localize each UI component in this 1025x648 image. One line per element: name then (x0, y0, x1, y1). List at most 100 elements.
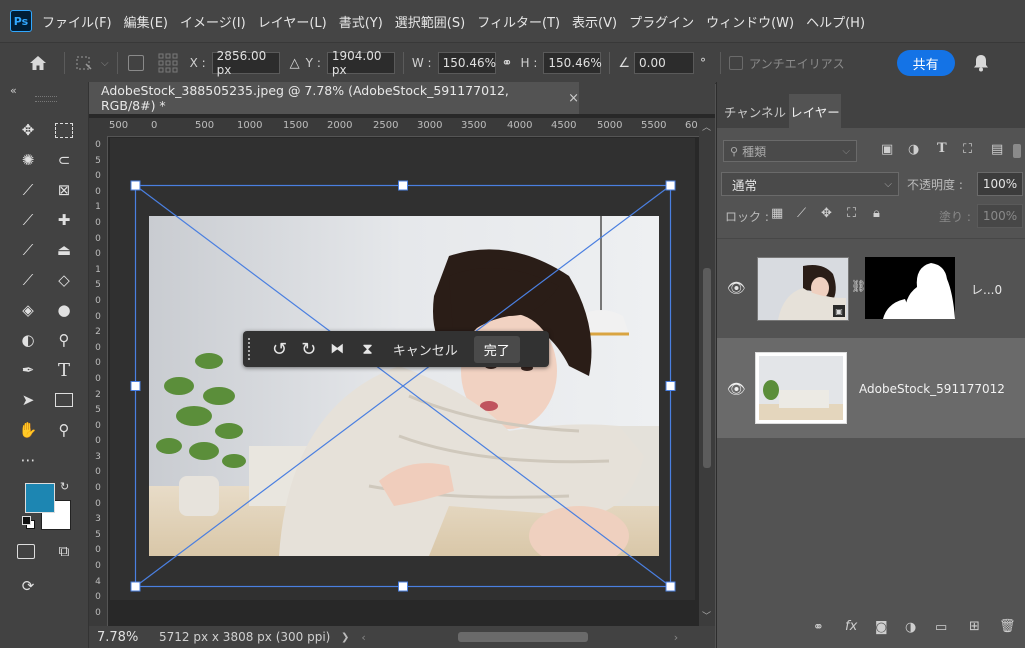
filter-smart-object-icon[interactable]: ▤ (991, 142, 1003, 157)
scroll-right-icon[interactable]: › (674, 631, 678, 644)
stamp-tool-icon[interactable]: ⏏ (52, 238, 76, 262)
menu-help[interactable]: ヘルプ(H) (806, 12, 865, 31)
antialias-checkbox[interactable] (729, 56, 744, 70)
opacity-input[interactable]: 100% (977, 172, 1023, 196)
flip-vertical-icon[interactable]: ⧗ (362, 340, 373, 358)
sponge-tool-icon[interactable]: ⚲ (52, 328, 76, 352)
layer-name[interactable]: レ...0 (971, 281, 1002, 298)
type-tool-icon[interactable]: T (52, 358, 76, 382)
healing-brush-tool-icon[interactable]: ✚ (52, 208, 76, 232)
default-colors-icon[interactable] (22, 516, 35, 529)
scroll-thumb[interactable] (703, 268, 711, 468)
horizontal-ruler[interactable]: 500 0 500 1000 1500 2000 2500 3000 3500 … (89, 118, 699, 137)
tab-channels[interactable]: チャンネル (721, 94, 789, 128)
menu-file[interactable]: ファイル(F) (42, 12, 112, 31)
menu-select[interactable]: 選択範囲(S) (395, 12, 465, 31)
reference-grid-icon[interactable] (158, 53, 178, 73)
new-layer-icon[interactable]: ⊞ (969, 619, 980, 634)
filter-type-icon[interactable]: T (937, 141, 947, 156)
vertical-ruler[interactable]: 0500100015002000250030003500400 (89, 136, 108, 626)
vertical-scrollbar[interactable]: ︿ ﹀ (699, 118, 715, 626)
menu-window[interactable]: ウィンドウ(W) (706, 12, 794, 31)
height-input[interactable]: 150.46% (543, 52, 602, 74)
visibility-eye-icon[interactable]: 👁︎ (727, 279, 746, 297)
menu-edit[interactable]: 編集(E) (124, 12, 168, 31)
marquee-tool-icon[interactable] (52, 118, 76, 142)
filter-adjustment-icon[interactable]: ◑ (908, 142, 919, 157)
document-tab[interactable]: AdobeStock_388505235.jpeg @ 7.78% (Adobe… (89, 82, 579, 114)
lock-image-icon[interactable]: ⟋ (797, 206, 806, 221)
done-button[interactable]: 完了 (473, 335, 520, 363)
layer-name[interactable]: AdobeStock_591177012 (859, 382, 1005, 396)
horizontal-scrollbar[interactable] (457, 632, 588, 642)
delta-icon[interactable]: △ (290, 56, 300, 71)
link-icon[interactable]: ⚭ (502, 56, 513, 71)
transform-box[interactable] (130, 180, 678, 592)
generative-icon[interactable]: ⟳ (16, 574, 40, 598)
reference-checkbox[interactable] (127, 55, 144, 71)
drag-handle-icon[interactable] (248, 338, 254, 360)
chevron-down-icon[interactable]: ⌵ (101, 58, 109, 69)
menu-layer[interactable]: レイヤー(L) (258, 12, 327, 31)
fill-input[interactable]: 100% (977, 204, 1023, 228)
collapse-icon[interactable]: « (10, 84, 17, 97)
lock-all-icon[interactable]: 🔒︎ (873, 206, 880, 221)
more-tools-icon[interactable]: ⋯ (16, 448, 40, 472)
menu-filter[interactable]: フィルター(T) (477, 12, 560, 31)
layer-row-selected[interactable]: 👁︎ AdobeStock_591177012 (717, 338, 1025, 438)
rotate-right-icon[interactable]: ↻ (301, 339, 316, 360)
hand-tool-icon[interactable]: ✋ (16, 418, 40, 442)
y-position-input[interactable]: 1904.00 px (326, 49, 395, 77)
lock-transparent-icon[interactable]: ▦ (771, 206, 783, 221)
tab-layers[interactable]: レイヤー (789, 94, 841, 128)
share-button[interactable]: 共有 (896, 50, 955, 76)
link-layers-icon[interactable]: ⚭ (813, 620, 824, 635)
rectangle-tool-icon[interactable] (52, 388, 76, 412)
new-group-icon[interactable]: ▭ (935, 620, 947, 635)
angle-input[interactable]: 0.00 (634, 52, 695, 74)
pipette-tool-icon[interactable]: ⟋ (16, 208, 40, 232)
cancel-button[interactable]: キャンセル (393, 340, 458, 359)
screen-mode-icon[interactable]: ⧉ (52, 539, 76, 563)
frame-tool-icon[interactable]: ⊠ (52, 178, 76, 202)
swap-colors-icon[interactable]: ↻ (60, 480, 69, 493)
pen-tool-icon[interactable]: ✒ (16, 358, 40, 382)
quick-select-tool-icon[interactable]: ⊂ (52, 148, 76, 172)
layer-filter-select[interactable]: ⚲ 種類 ⌵ (723, 140, 857, 162)
close-tab-icon[interactable]: × (568, 91, 579, 106)
flip-horizontal-icon[interactable]: ⧓ (330, 341, 344, 357)
move-tool-icon[interactable]: ✥ (16, 118, 40, 142)
reference-point-icon[interactable] (73, 55, 95, 71)
lock-position-icon[interactable]: ✥ (821, 206, 832, 221)
dodge-tool-icon[interactable]: ◐ (16, 328, 40, 352)
visibility-eye-icon[interactable]: 👁︎ (727, 380, 746, 398)
filter-pixel-icon[interactable]: ▣ (881, 142, 893, 157)
paint-bucket-tool-icon[interactable]: ◈ (16, 298, 40, 322)
menu-type[interactable]: 書式(Y) (339, 12, 383, 31)
filter-shape-icon[interactable]: ⛶ (963, 142, 972, 157)
status-menu-arrow[interactable]: ❯ (341, 632, 349, 643)
layer-row[interactable]: 👁︎ ▣ ⛓︎ レ...0 (717, 238, 1025, 340)
history-brush-tool-icon[interactable]: ⟋ (16, 268, 40, 292)
home-icon[interactable] (26, 55, 50, 71)
eraser-tool-icon[interactable]: ◇ (52, 268, 76, 292)
object-select-tool-icon[interactable]: ✺ (16, 148, 40, 172)
menu-image[interactable]: イメージ(I) (180, 12, 246, 31)
brush-tool-icon[interactable]: ⟋ (16, 238, 40, 262)
foreground-color-swatch[interactable] (25, 483, 55, 513)
grip-handle[interactable] (35, 96, 57, 102)
path-select-tool-icon[interactable]: ➤ (16, 388, 40, 412)
rotate-left-icon[interactable]: ↺ (272, 339, 287, 360)
eyedropper-tool-icon[interactable]: ⟋ (16, 178, 40, 202)
adjustment-layer-icon[interactable]: ◑ (905, 620, 916, 635)
bell-icon[interactable] (973, 54, 989, 72)
x-position-input[interactable]: 2856.00 px (211, 49, 280, 77)
zoom-level[interactable]: 7.78% (97, 630, 145, 645)
mask-link-icon[interactable]: ⛓︎ (851, 279, 866, 293)
fx-icon[interactable]: fx (845, 619, 857, 634)
lock-artboard-icon[interactable]: ⛶ (847, 206, 856, 221)
blend-mode-select[interactable]: 通常 ⌵ (721, 172, 899, 196)
layer-mask-thumbnail[interactable] (865, 257, 955, 319)
menu-view[interactable]: 表示(V) (572, 12, 617, 31)
blur-tool-icon[interactable]: ● (52, 298, 76, 322)
